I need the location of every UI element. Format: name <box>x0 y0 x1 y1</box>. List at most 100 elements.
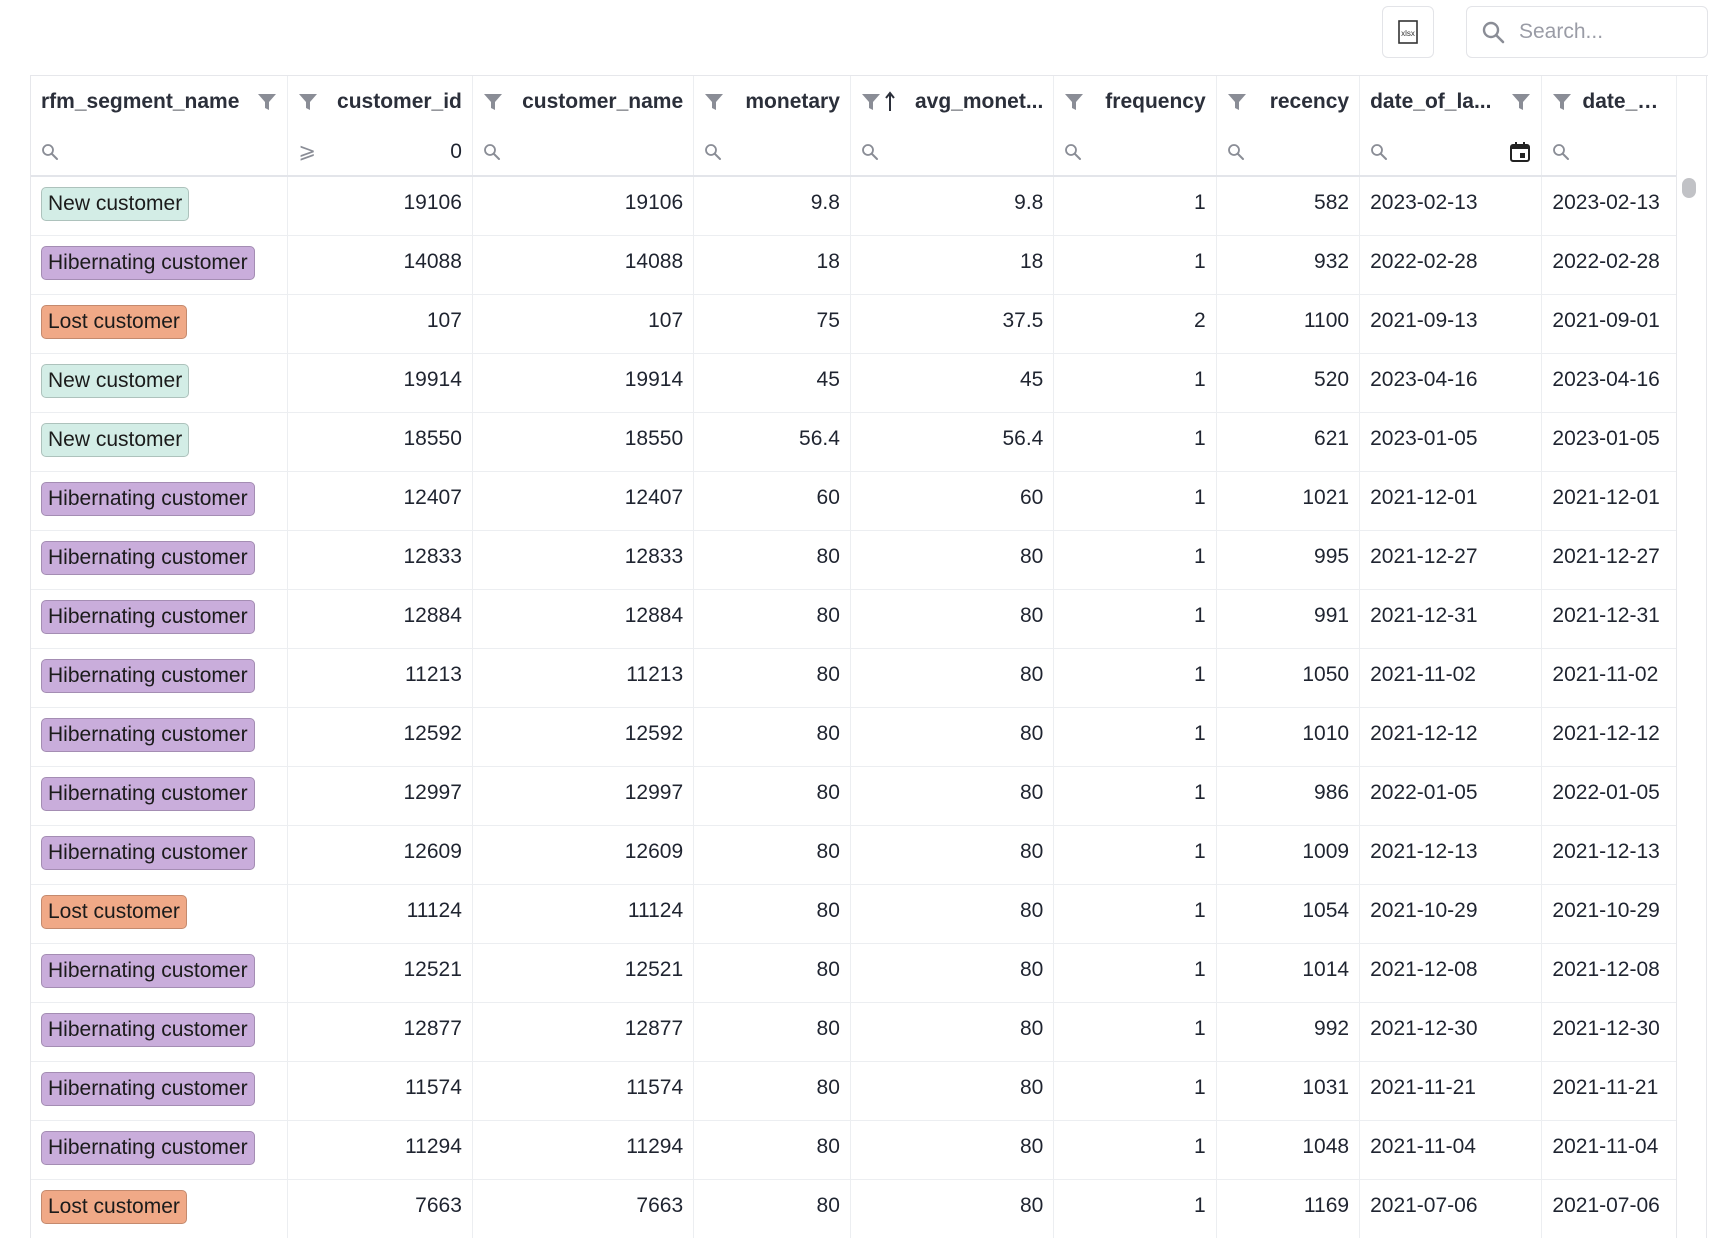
cell-avg_monetary[interactable]: 80 <box>850 1002 1055 1062</box>
cell-customer_id[interactable]: 12877 <box>287 1002 473 1062</box>
cell-frequency[interactable]: 1 <box>1053 825 1217 885</box>
cell-frequency[interactable]: 1 <box>1053 235 1217 295</box>
cell-customer_name[interactable]: 7663 <box>472 1179 695 1238</box>
cell-monetary[interactable]: 45 <box>693 353 851 413</box>
column-filter-date_of_first[interactable] <box>1541 128 1677 177</box>
cell-date_of_first[interactable]: 2021-12-13 <box>1541 825 1677 885</box>
cell-recency[interactable]: 582 <box>1216 176 1361 236</box>
filter-icon[interactable] <box>861 92 881 112</box>
cell-monetary[interactable]: 80 <box>693 1061 851 1121</box>
cell-monetary[interactable]: 80 <box>693 1120 851 1180</box>
cell-customer_name[interactable]: 107 <box>472 294 695 354</box>
cell-customer_id[interactable]: 11294 <box>287 1120 473 1180</box>
cell-recency[interactable]: 992 <box>1216 1002 1361 1062</box>
segment-cell[interactable]: Hibernating customer <box>31 235 289 295</box>
cell-avg_monetary[interactable]: 80 <box>850 884 1055 944</box>
cell-recency[interactable]: 932 <box>1216 235 1361 295</box>
global-search[interactable] <box>1466 6 1708 58</box>
cell-date_of_first[interactable]: 2021-11-02 <box>1541 648 1677 708</box>
filter-icon[interactable] <box>1552 92 1572 112</box>
cell-customer_id[interactable]: 19914 <box>287 353 473 413</box>
cell-monetary[interactable]: 80 <box>693 1179 851 1238</box>
cell-customer_name[interactable]: 11213 <box>472 648 695 708</box>
segment-cell[interactable]: Hibernating customer <box>31 1002 289 1062</box>
column-header-customer_id[interactable]: customer_id <box>287 76 473 128</box>
cell-date_of_first[interactable]: 2021-09-01 <box>1541 294 1677 354</box>
column-header-date_of_first[interactable]: date_of_fir... <box>1541 76 1677 128</box>
column-header-avg_monetary[interactable]: avg_monet... <box>850 76 1055 128</box>
cell-customer_id[interactable]: 12833 <box>287 530 473 590</box>
cell-date_of_last[interactable]: 2021-12-27 <box>1359 530 1543 590</box>
cell-customer_name[interactable]: 12877 <box>472 1002 695 1062</box>
cell-customer_id[interactable]: 12997 <box>287 766 473 826</box>
segment-cell[interactable]: Lost customer <box>31 1179 289 1238</box>
filter-value[interactable]: 0 <box>450 140 462 164</box>
cell-date_of_first[interactable]: 2023-01-05 <box>1541 412 1677 472</box>
table-row[interactable]: Hibernating customer 12592 12592 80 80 1 1010 2… <box>31 707 1677 767</box>
cell-date_of_last[interactable]: 2021-12-12 <box>1359 707 1543 767</box>
segment-cell[interactable]: Hibernating customer <box>31 471 289 531</box>
column-filter-recency[interactable] <box>1216 128 1361 177</box>
filter-icon[interactable] <box>1064 92 1084 112</box>
cell-avg_monetary[interactable]: 37.5 <box>850 294 1055 354</box>
cell-customer_id[interactable]: 11124 <box>287 884 473 944</box>
table-row[interactable]: Hibernating customer 11213 11213 80 80 1 1050 2… <box>31 648 1677 708</box>
vertical-scrollbar[interactable] <box>1676 170 1699 1238</box>
cell-avg_monetary[interactable]: 18 <box>850 235 1055 295</box>
column-header-recency[interactable]: recency <box>1216 76 1361 128</box>
cell-date_of_first[interactable]: 2023-02-13 <box>1541 176 1677 236</box>
cell-customer_id[interactable]: 7663 <box>287 1179 473 1238</box>
cell-date_of_last[interactable]: 2021-12-30 <box>1359 1002 1543 1062</box>
cell-avg_monetary[interactable]: 80 <box>850 707 1055 767</box>
gte-operator-icon[interactable]: ⩾ <box>298 139 316 164</box>
segment-cell[interactable]: Hibernating customer <box>31 530 289 590</box>
segment-cell[interactable]: Hibernating customer <box>31 1061 289 1121</box>
table-row[interactable]: Lost customer 7663 7663 80 80 1 1169 2021-07-06… <box>31 1179 1677 1238</box>
cell-customer_id[interactable]: 107 <box>287 294 473 354</box>
cell-avg_monetary[interactable]: 60 <box>850 471 1055 531</box>
segment-cell[interactable]: Hibernating customer <box>31 766 289 826</box>
cell-avg_monetary[interactable]: 80 <box>850 1061 1055 1121</box>
cell-recency[interactable]: 1021 <box>1216 471 1361 531</box>
cell-monetary[interactable]: 9.8 <box>693 176 851 236</box>
cell-monetary[interactable]: 60 <box>693 471 851 531</box>
table-row[interactable]: Hibernating customer 12521 12521 80 80 1 1014 2… <box>31 943 1677 1003</box>
cell-date_of_last[interactable]: 2023-02-13 <box>1359 176 1543 236</box>
calendar-icon[interactable] <box>1509 141 1531 163</box>
cell-date_of_last[interactable]: 2021-11-02 <box>1359 648 1543 708</box>
cell-monetary[interactable]: 80 <box>693 1002 851 1062</box>
cell-frequency[interactable]: 1 <box>1053 1179 1217 1238</box>
cell-recency[interactable]: 1050 <box>1216 648 1361 708</box>
segment-cell[interactable]: Hibernating customer <box>31 1120 289 1180</box>
column-filter-avg_monetary[interactable] <box>850 128 1055 177</box>
cell-recency[interactable]: 1009 <box>1216 825 1361 885</box>
column-filter-monetary[interactable] <box>693 128 851 177</box>
export-xlsx-button[interactable]: xlsx <box>1382 6 1434 58</box>
search-input[interactable] <box>1517 19 1701 45</box>
cell-monetary[interactable]: 80 <box>693 707 851 767</box>
segment-cell[interactable]: Hibernating customer <box>31 648 289 708</box>
cell-recency[interactable]: 1100 <box>1216 294 1361 354</box>
cell-date_of_last[interactable]: 2023-01-05 <box>1359 412 1543 472</box>
cell-date_of_last[interactable]: 2022-02-28 <box>1359 235 1543 295</box>
table-row[interactable]: Hibernating customer 11574 11574 80 80 1 1031 2… <box>31 1061 1677 1121</box>
sort-ascending-icon[interactable] <box>885 91 895 113</box>
cell-customer_id[interactable]: 11574 <box>287 1061 473 1121</box>
cell-frequency[interactable]: 1 <box>1053 766 1217 826</box>
cell-customer_name[interactable]: 19106 <box>472 176 695 236</box>
column-header-customer_name[interactable]: customer_name <box>472 76 695 128</box>
cell-customer_id[interactable]: 12521 <box>287 943 473 1003</box>
column-header-rfm_segment_name[interactable]: rfm_segment_name <box>31 76 289 128</box>
cell-customer_name[interactable]: 12884 <box>472 589 695 649</box>
cell-avg_monetary[interactable]: 80 <box>850 766 1055 826</box>
table-row[interactable]: Lost customer 11124 11124 80 80 1 1054 2021-10-… <box>31 884 1677 944</box>
cell-customer_id[interactable]: 12884 <box>287 589 473 649</box>
segment-cell[interactable]: Hibernating customer <box>31 707 289 767</box>
cell-date_of_first[interactable]: 2021-12-01 <box>1541 471 1677 531</box>
cell-frequency[interactable]: 1 <box>1053 707 1217 767</box>
cell-monetary[interactable]: 80 <box>693 766 851 826</box>
segment-cell[interactable]: Lost customer <box>31 884 289 944</box>
table-row[interactable]: New customer 19914 19914 45 45 1 520 2023-04-16… <box>31 353 1677 413</box>
segment-cell[interactable]: New customer <box>31 176 289 236</box>
cell-recency[interactable]: 621 <box>1216 412 1361 472</box>
